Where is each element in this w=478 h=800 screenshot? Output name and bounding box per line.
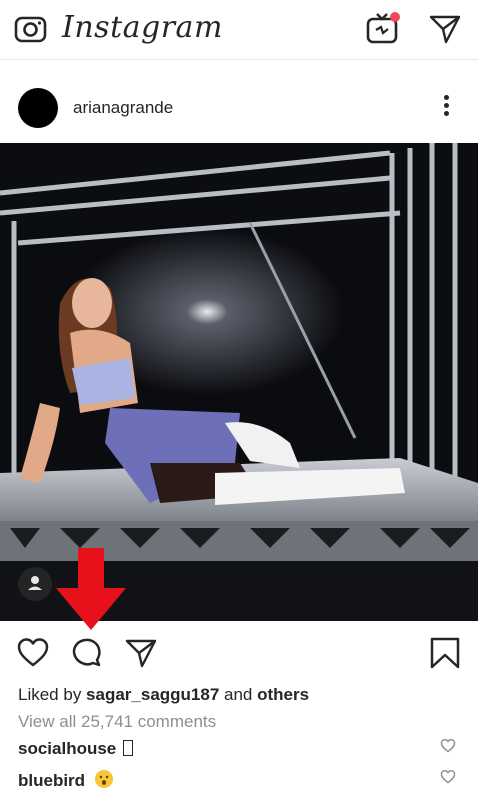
notification-dot bbox=[390, 12, 400, 22]
comment-username[interactable]: bluebird bbox=[18, 771, 85, 790]
emoji-glyph bbox=[123, 740, 133, 756]
paper-plane-icon[interactable] bbox=[124, 636, 158, 670]
comment-icon[interactable] bbox=[70, 636, 104, 670]
hushed-face-icon bbox=[94, 769, 114, 789]
likes-summary[interactable]: Liked by sagar_saggu187 and others bbox=[18, 685, 309, 705]
post-username[interactable]: arianagrande bbox=[73, 98, 173, 118]
user-tag-button[interactable] bbox=[18, 567, 52, 601]
direct-messages-icon[interactable] bbox=[428, 12, 462, 46]
comment-like-heart-icon[interactable] bbox=[440, 738, 456, 754]
camera-icon[interactable] bbox=[14, 12, 48, 46]
top-navigation-bar: Instagram bbox=[0, 0, 478, 60]
comment-like-heart-icon[interactable] bbox=[440, 769, 456, 785]
comment-username[interactable]: socialhouse bbox=[18, 739, 116, 758]
instagram-logo: Instagram bbox=[62, 10, 223, 45]
likes-prefix: Liked by bbox=[18, 685, 87, 704]
comment-item: bluebird bbox=[18, 769, 114, 791]
bookmark-icon[interactable] bbox=[428, 636, 462, 670]
liked-by-others[interactable]: others bbox=[257, 685, 309, 704]
heart-icon[interactable] bbox=[16, 636, 50, 670]
likes-middle: and bbox=[219, 685, 258, 704]
comment-item: socialhouse bbox=[18, 739, 133, 759]
person-icon bbox=[28, 576, 42, 590]
avatar[interactable] bbox=[18, 88, 58, 128]
view-all-comments-link[interactable]: View all 25,741 comments bbox=[18, 712, 216, 732]
down-arrow-icon bbox=[56, 548, 126, 630]
liked-by-username[interactable]: sagar_saggu187 bbox=[86, 685, 219, 704]
igtv-icon[interactable] bbox=[366, 12, 400, 46]
post-header: arianagrande bbox=[0, 78, 478, 134]
post-action-bar bbox=[0, 630, 478, 676]
more-vertical-icon[interactable] bbox=[436, 92, 456, 122]
